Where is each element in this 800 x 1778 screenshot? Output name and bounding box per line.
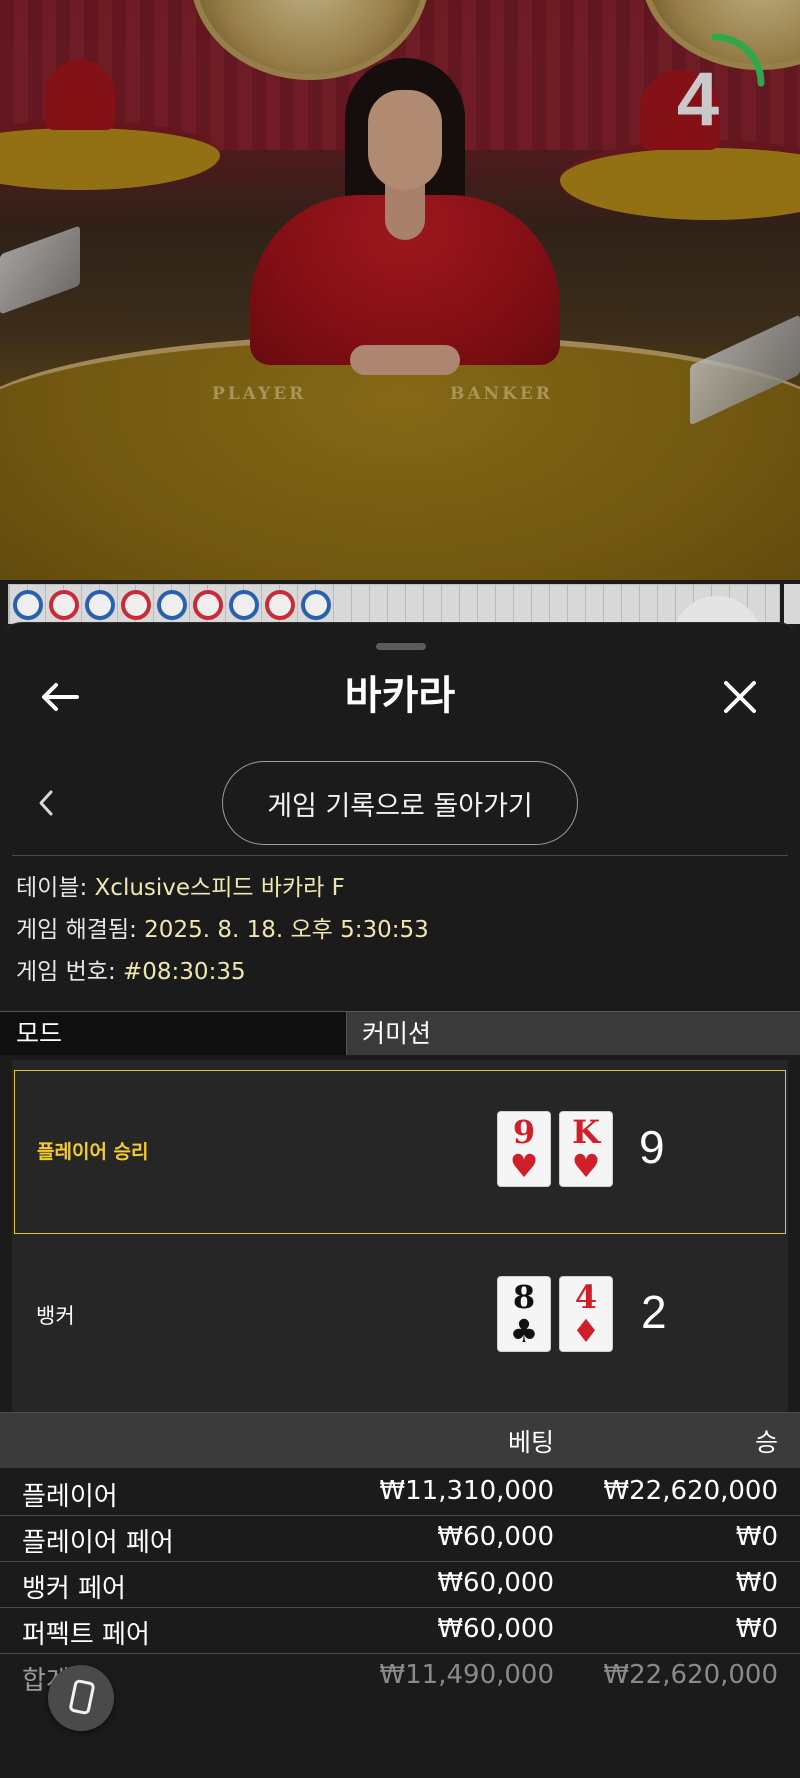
banker-result-row: 뱅커 8 ♣ 4 ♦ 2: [14, 1236, 786, 1400]
bead-road-result-red: [193, 590, 223, 620]
bets-header: 베팅 승: [0, 1412, 800, 1468]
win-amount: ₩0: [735, 1522, 778, 1552]
bet-amount: ₩60,000: [437, 1522, 554, 1552]
player-card-2: K ♥: [559, 1111, 613, 1187]
table-row: 플레이어 페어 ₩60,000 ₩0: [0, 1516, 800, 1562]
tab-commission[interactable]: 커미션: [348, 1012, 800, 1055]
bets-col-win: 승: [754, 1428, 778, 1457]
bet-amount: ₩60,000: [437, 1614, 554, 1644]
total-row: 합계 ₩11,490,000 ₩22,620,000: [0, 1654, 800, 1700]
bet-amount: ₩11,310,000: [379, 1476, 554, 1506]
round-info-label: 게임 번호:: [16, 959, 124, 985]
resolved-info-label: 게임 해결됨:: [16, 917, 145, 943]
table-info-label: 테이블:: [16, 875, 95, 901]
chevron-left-icon: [39, 790, 53, 816]
card-rank: 4: [574, 1278, 598, 1316]
bead-road-result-blue: [229, 590, 259, 620]
bead-road-result-blue: [157, 590, 187, 620]
card-rank: K: [572, 1113, 600, 1151]
page-title: 바카라: [344, 673, 456, 719]
round-info: 게임 번호: #08:30:35: [16, 957, 246, 987]
tab-mode[interactable]: 모드: [0, 1012, 347, 1055]
card-rank: 8: [512, 1278, 536, 1316]
bead-road[interactable]: [8, 584, 780, 624]
bead-road-result-red: [49, 590, 79, 620]
bet-name: 플레이어 페어: [22, 1528, 174, 1558]
table-row: 플레이어 ₩11,310,000 ₩22,620,000: [0, 1470, 800, 1516]
bead-road-result-blue: [85, 590, 115, 620]
back-button[interactable]: [32, 669, 88, 725]
roadmap-edge: [784, 584, 800, 624]
bet-amount: ₩60,000: [437, 1568, 554, 1598]
heart-icon: ♥: [571, 1147, 601, 1185]
divider: [12, 855, 788, 856]
back-to-history-button[interactable]: 게임 기록으로 돌아가기: [222, 761, 578, 845]
total-win: ₩22,620,000: [603, 1660, 778, 1690]
banker-card-1: 8 ♣: [497, 1276, 551, 1352]
win-amount: ₩0: [735, 1568, 778, 1598]
round-info-value: #08:30:35: [123, 959, 246, 985]
player-score: 9: [639, 1121, 665, 1173]
table-row: 뱅커 페어 ₩60,000 ₩0: [0, 1562, 800, 1608]
live-video-stream: PLAYER BANKER 4: [0, 0, 800, 580]
diamond-icon: ♦: [571, 1312, 601, 1350]
bead-road-result-blue: [301, 590, 331, 620]
win-amount: ₩22,620,000: [603, 1476, 778, 1506]
bead-road-result-red: [121, 590, 151, 620]
close-icon: [724, 681, 756, 713]
resolved-info-value: 2025. 8. 18. 오후 5:30:53: [144, 917, 429, 943]
player-result-row: 플레이어 승리 9 ♥ K ♥ 9: [14, 1070, 786, 1234]
club-icon: ♣: [509, 1312, 539, 1350]
bet-name: 플레이어: [22, 1482, 118, 1512]
close-button[interactable]: [712, 669, 768, 725]
table-info-value: Xclusive스피드 바카라 F: [94, 875, 345, 901]
bet-name: 뱅커 페어: [22, 1574, 126, 1604]
banker-score: 2: [641, 1286, 667, 1338]
drag-handle[interactable]: [376, 643, 426, 650]
rotate-device-button[interactable]: [48, 1665, 114, 1731]
resolved-info: 게임 해결됨: 2025. 8. 18. 오후 5:30:53: [16, 915, 429, 945]
banker-card-2: 4 ♦: [559, 1276, 613, 1352]
arrow-left-icon: [42, 683, 79, 711]
banker-result-label: 뱅커: [36, 1304, 75, 1328]
bet-name: 퍼펙트 페어: [22, 1620, 150, 1650]
phone-rotate-icon: [69, 1679, 95, 1715]
previous-button[interactable]: [26, 783, 66, 823]
win-amount: ₩0: [735, 1614, 778, 1644]
table-info: 테이블: Xclusive스피드 바카라 F: [16, 873, 345, 903]
player-result-label: 플레이어 승리: [37, 1141, 149, 1163]
table-row: 퍼펙트 페어 ₩60,000 ₩0: [0, 1608, 800, 1654]
countdown-number: 4: [676, 57, 720, 142]
heart-icon: ♥: [509, 1147, 539, 1185]
total-bet: ₩11,490,000: [379, 1660, 554, 1690]
bets-col-bet: 베팅: [507, 1428, 554, 1457]
bead-road-result-red: [265, 590, 295, 620]
bead-road-result-blue: [13, 590, 43, 620]
player-card-1: 9 ♥: [497, 1111, 551, 1187]
card-rank: 9: [512, 1113, 536, 1151]
mode-tabs: 모드 커미션: [0, 1011, 800, 1055]
